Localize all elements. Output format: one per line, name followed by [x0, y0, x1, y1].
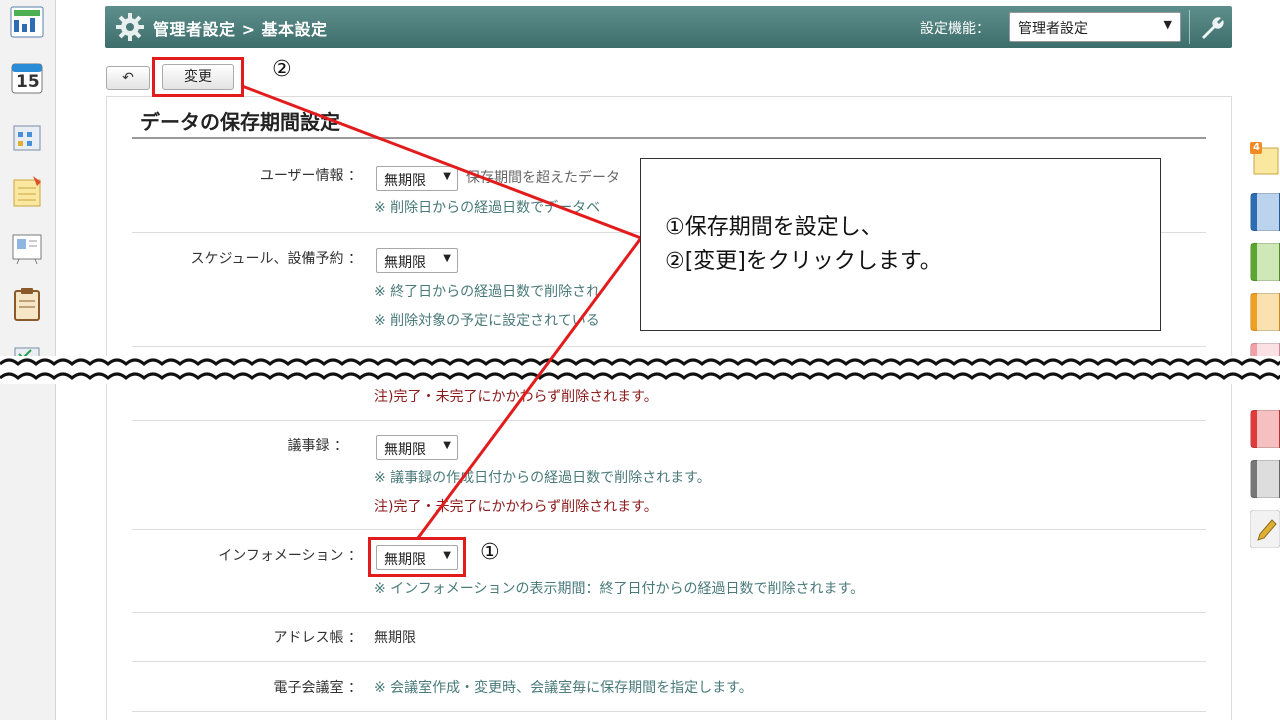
- address-book-value: 無期限: [374, 630, 416, 646]
- row-divider: [132, 711, 1206, 712]
- callout-line-1: ①保存期間を設定し、: [665, 215, 883, 240]
- wrench-icon[interactable]: [1199, 14, 1225, 40]
- row-divider: [132, 346, 1206, 347]
- row-divider: [132, 420, 1206, 421]
- meeting-room-label: 電子会議室 ：: [273, 680, 362, 696]
- change-button-highlight: [152, 57, 244, 97]
- information-select-highlight: [368, 537, 466, 577]
- memo-icon[interactable]: [9, 174, 45, 210]
- notification-icon[interactable]: 4: [1250, 140, 1280, 178]
- page-title: 管理者設定 > 基本設定: [153, 20, 328, 39]
- dashboard-icon[interactable]: [9, 4, 45, 40]
- user-info-note: 保存期間を超えたデータ: [466, 170, 620, 186]
- board-icon[interactable]: [9, 230, 45, 266]
- calendar-icon[interactable]: 15: [9, 60, 45, 96]
- minutes-select[interactable]: 無期限 ▼: [376, 435, 458, 460]
- user-info-select[interactable]: 無期限 ▼: [376, 166, 458, 191]
- back-button[interactable]: ↶: [106, 66, 150, 90]
- chevron-down-icon: ▼: [443, 253, 451, 264]
- calendar-day: 15: [16, 72, 40, 92]
- minutes-note: ※ 議事録の作成日付からの経過日数で削除されます。: [374, 470, 711, 486]
- schedule-label: スケジュール、設備予約 ：: [190, 251, 362, 267]
- clipboard-icon[interactable]: [9, 286, 45, 322]
- callout-line-2: ②[変更]をクリックします。: [665, 249, 942, 274]
- notification-count: 4: [1253, 142, 1260, 153]
- todo-icon[interactable]: [9, 342, 45, 378]
- row-divider: [132, 661, 1206, 662]
- row-divider: [132, 612, 1206, 613]
- information-note: ※ インフォメーションの表示期間：終了日付からの経過日数で削除されます。: [374, 581, 865, 597]
- function-select-value: 管理者設定: [1018, 21, 1088, 37]
- user-info-note-2: ※ 削除日からの経過日数でデータベ: [374, 200, 601, 216]
- section-title: データの保存期間設定: [140, 110, 340, 134]
- right-tab-rail: 4: [1240, 0, 1280, 720]
- left-icon-rail: 15: [0, 0, 56, 720]
- header-divider: [1189, 10, 1190, 44]
- tab-orange[interactable]: [1250, 293, 1280, 331]
- chevron-down-icon: ▼: [443, 171, 451, 182]
- tab-pink[interactable]: [1250, 343, 1280, 381]
- meeting-room-note: ※ 会議室作成・変更時、会議室毎に保存期間を指定します。: [374, 680, 753, 696]
- row-divider: [132, 529, 1206, 530]
- schedule-select[interactable]: 無期限 ▼: [376, 248, 458, 273]
- chevron-down-icon: ▼: [1163, 18, 1172, 31]
- function-label: 設定機能：: [920, 21, 990, 37]
- gear-icon: [116, 13, 144, 41]
- user-info-label: ユーザー情報 ：: [259, 168, 362, 184]
- step-1-marker: ①: [480, 540, 500, 565]
- tab-green[interactable]: [1250, 243, 1280, 281]
- tab-blue[interactable]: [1250, 193, 1280, 231]
- tab-gray[interactable]: [1250, 460, 1280, 498]
- address-book-label: アドレス帳 ：: [273, 630, 362, 646]
- function-select[interactable]: 管理者設定 ▼: [1009, 12, 1181, 42]
- information-label: インフォメーション ：: [218, 548, 362, 564]
- schedule-note: ※ 終了日からの経過日数で削除され: [374, 284, 601, 300]
- minutes-value: 無期限: [384, 442, 426, 458]
- step-2-marker: ②: [272, 57, 292, 82]
- tab-red[interactable]: [1250, 410, 1280, 448]
- instruction-callout: ①保存期間を設定し、 ②[変更]をクリックします。: [640, 158, 1161, 331]
- minutes-warning: 注)完了・未完了にかかわらず削除されます。: [374, 499, 658, 515]
- todo-warning: 注)完了・未完了にかかわらず削除されます。: [374, 389, 658, 405]
- header-bar: 管理者設定 > 基本設定 設定機能： 管理者設定 ▼: [105, 6, 1232, 48]
- back-arrow-icon: ↶: [122, 70, 134, 86]
- pencil-icon[interactable]: [1250, 510, 1280, 548]
- minutes-label: 議事録 ：: [287, 438, 348, 454]
- chevron-down-icon: ▼: [443, 440, 451, 451]
- section-divider: [132, 137, 1206, 139]
- facility-icon[interactable]: [9, 118, 45, 154]
- schedule-note-2: ※ 削除対象の予定に設定されている: [374, 313, 600, 329]
- user-info-value: 無期限: [384, 173, 426, 189]
- schedule-value: 無期限: [384, 255, 426, 271]
